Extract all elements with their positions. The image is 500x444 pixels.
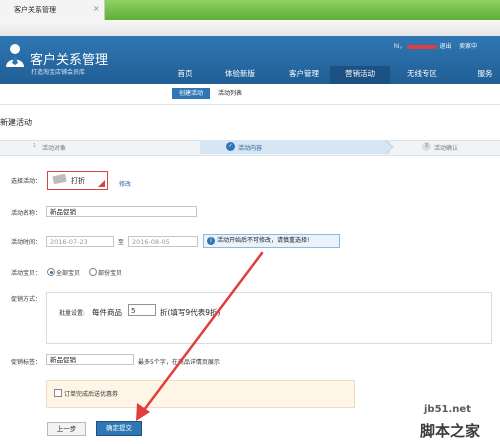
watermark-brand: 脚本之家	[420, 422, 481, 440]
annotation-arrow-icon	[136, 251, 264, 421]
watermark-url: jb51.net	[424, 404, 471, 415]
